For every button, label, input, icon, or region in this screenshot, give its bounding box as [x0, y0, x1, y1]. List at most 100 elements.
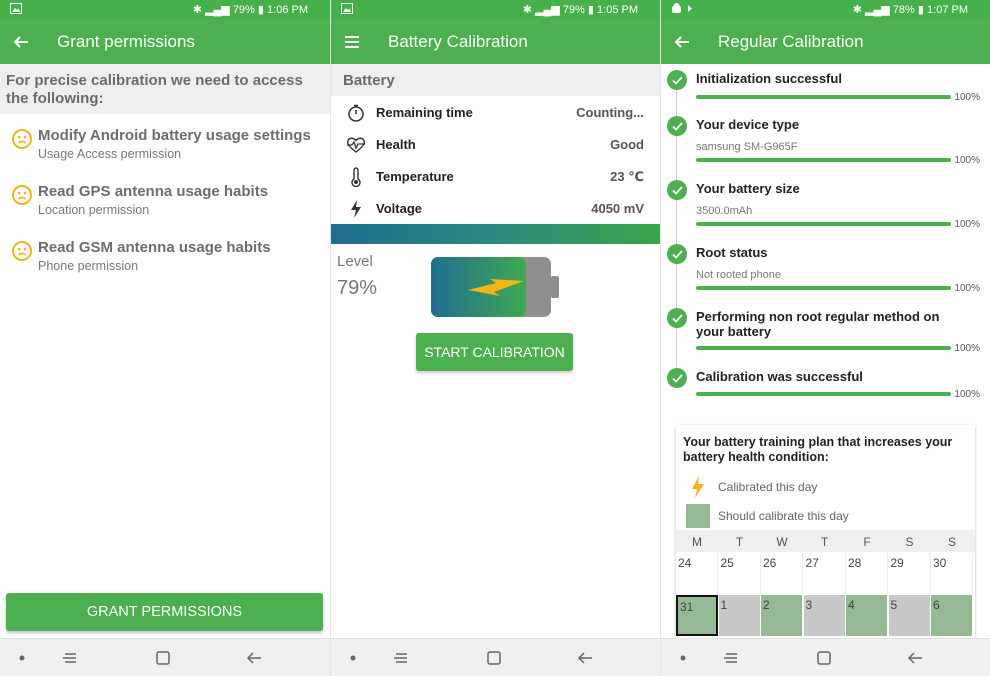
swatch — [686, 504, 710, 528]
battery-icon: ▮ — [917, 4, 924, 16]
calendar-day[interactable]: 28 — [846, 553, 888, 594]
info-row-health: Health Good — [331, 129, 660, 161]
app-bar: Grant permissions — [0, 20, 330, 64]
step-connector — [676, 136, 677, 182]
clock: 1:06 PM — [267, 4, 308, 16]
weekday-label: T — [820, 535, 829, 549]
battery-percent: 78% — [892, 4, 915, 16]
calendar-day[interactable]: 26 — [761, 553, 803, 594]
permission-subtitle: Location permission — [38, 203, 150, 217]
step-title: Performing non root regular method on yo… — [696, 309, 940, 339]
clock: 1:05 PM — [597, 4, 638, 16]
step-percent: 100% — [954, 219, 980, 230]
info-value: Counting... — [576, 105, 644, 120]
permission-title: Read GSM antenna usage habits — [38, 239, 271, 256]
home-icon[interactable] — [484, 648, 504, 668]
battery-calibration-screen: ✱ ▂▄▆ 79% ▮ 1:05 PM Battery Calibration … — [331, 0, 660, 676]
battery-icon: ▮ — [257, 4, 264, 16]
weekday-label: M — [692, 535, 702, 549]
page-title: Battery Calibration — [388, 32, 528, 51]
status-bar: ✱ ▂▄▆ 79% ▮ 1:06 PM — [0, 0, 330, 20]
calendar-day[interactable]: 3 — [803, 595, 846, 636]
app-bar: Regular Calibration — [661, 20, 990, 64]
weekday-label: W — [776, 535, 788, 549]
back-icon[interactable] — [244, 648, 264, 668]
hamburger-menu-icon[interactable] — [337, 27, 367, 57]
step-connector — [676, 328, 677, 370]
recent-apps-icon[interactable] — [721, 648, 741, 668]
step-title: Calibration was successful — [696, 369, 863, 384]
recent-apps-icon[interactable] — [60, 648, 80, 668]
info-label: Health — [376, 137, 416, 152]
check-icon — [667, 244, 687, 264]
system-nav-bar — [331, 638, 660, 676]
calendar-day[interactable]: 2 — [761, 595, 803, 636]
sad-face-icon — [12, 241, 32, 261]
calendar-day[interactable]: 25 — [718, 553, 761, 594]
status-bar: ✱ ▂▄▆ 79% ▮ 1:05 PM — [331, 0, 660, 20]
calendar-day[interactable]: 29 — [888, 553, 931, 594]
calendar-day[interactable]: 30 — [931, 553, 973, 594]
legend-label: Should calibrate this day — [718, 509, 849, 523]
level-label: Level — [337, 253, 373, 270]
training-plan-card: Your battery training plan that increase… — [676, 425, 975, 640]
calendar-day[interactable]: 1 — [718, 595, 761, 636]
calendar-weekday-header: M T W T F S S — [676, 530, 975, 552]
weekday-label: S — [905, 535, 914, 549]
grant-permissions-button[interactable]: GRANT PERMISSIONS — [6, 593, 323, 631]
nav-dot-icon[interactable] — [12, 648, 32, 668]
home-icon[interactable] — [814, 648, 834, 668]
step-progress-bar — [696, 158, 951, 162]
plan-title: Your battery training plan that increase… — [683, 435, 953, 464]
step-progress-bar — [696, 346, 951, 350]
check-icon — [667, 368, 687, 388]
level-value: 79% — [337, 277, 378, 299]
step-title: Your device type — [696, 117, 800, 132]
info-row-temperature: Temperature 23 ℃ — [331, 161, 660, 193]
step-connector — [676, 200, 677, 246]
info-row-remaining-time: Remaining time Counting... — [331, 97, 660, 129]
calendar-day[interactable]: 6 — [931, 595, 973, 636]
calendar-day[interactable]: 4 — [846, 595, 888, 636]
thermometer-icon — [346, 167, 366, 187]
heartbeat-icon — [346, 135, 366, 155]
system-nav-bar — [661, 638, 990, 676]
info-value: 23 ℃ — [610, 169, 644, 184]
nav-dot-icon[interactable] — [343, 648, 363, 668]
permission-title: Modify Android battery usage settings — [38, 127, 311, 144]
back-icon[interactable] — [905, 648, 925, 668]
sad-face-icon — [12, 129, 32, 149]
nav-dot-icon[interactable] — [673, 648, 693, 668]
calendar-day[interactable]: 24 — [676, 553, 718, 594]
page-title: Regular Calibration — [718, 32, 864, 51]
step-progress-bar — [696, 392, 951, 396]
recent-apps-icon[interactable] — [391, 648, 411, 668]
home-icon[interactable] — [153, 648, 173, 668]
check-icon — [667, 70, 687, 90]
calendar-day[interactable]: 5 — [888, 595, 931, 636]
step-title: Initialization successful — [696, 71, 842, 86]
start-calibration-button[interactable]: START CALIBRATION — [416, 333, 573, 371]
back-icon[interactable] — [575, 648, 595, 668]
step-subtitle: samsung SM-G965F — [696, 141, 798, 153]
gallery-icon — [10, 3, 22, 17]
system-nav-bar — [0, 638, 330, 676]
back-arrow-icon[interactable] — [6, 27, 36, 57]
signal-icon: ✱ ▂▄▆ — [192, 4, 230, 16]
info-label: Temperature — [376, 169, 454, 184]
grant-permissions-screen: ✱ ▂▄▆ 79% ▮ 1:06 PM Grant permissions Fo… — [0, 0, 330, 676]
back-arrow-icon[interactable] — [667, 27, 697, 57]
info-value: Good — [610, 137, 644, 152]
step-progress-bar — [696, 222, 951, 226]
weekday-label: F — [863, 535, 871, 549]
step-subtitle: 3500.0mAh — [696, 205, 753, 217]
step-percent: 100% — [954, 92, 980, 103]
step-title: Your battery size — [696, 181, 800, 196]
calendar-day-selected[interactable]: 31 — [676, 595, 718, 636]
step-progress-bar — [696, 286, 951, 290]
lightning-icon — [686, 475, 710, 499]
permission-subtitle: Phone permission — [38, 259, 139, 273]
calendar-day[interactable]: 27 — [803, 553, 846, 594]
permissions-intro: For precise calibration we need to acces… — [0, 64, 330, 114]
page-title: Grant permissions — [57, 32, 195, 51]
